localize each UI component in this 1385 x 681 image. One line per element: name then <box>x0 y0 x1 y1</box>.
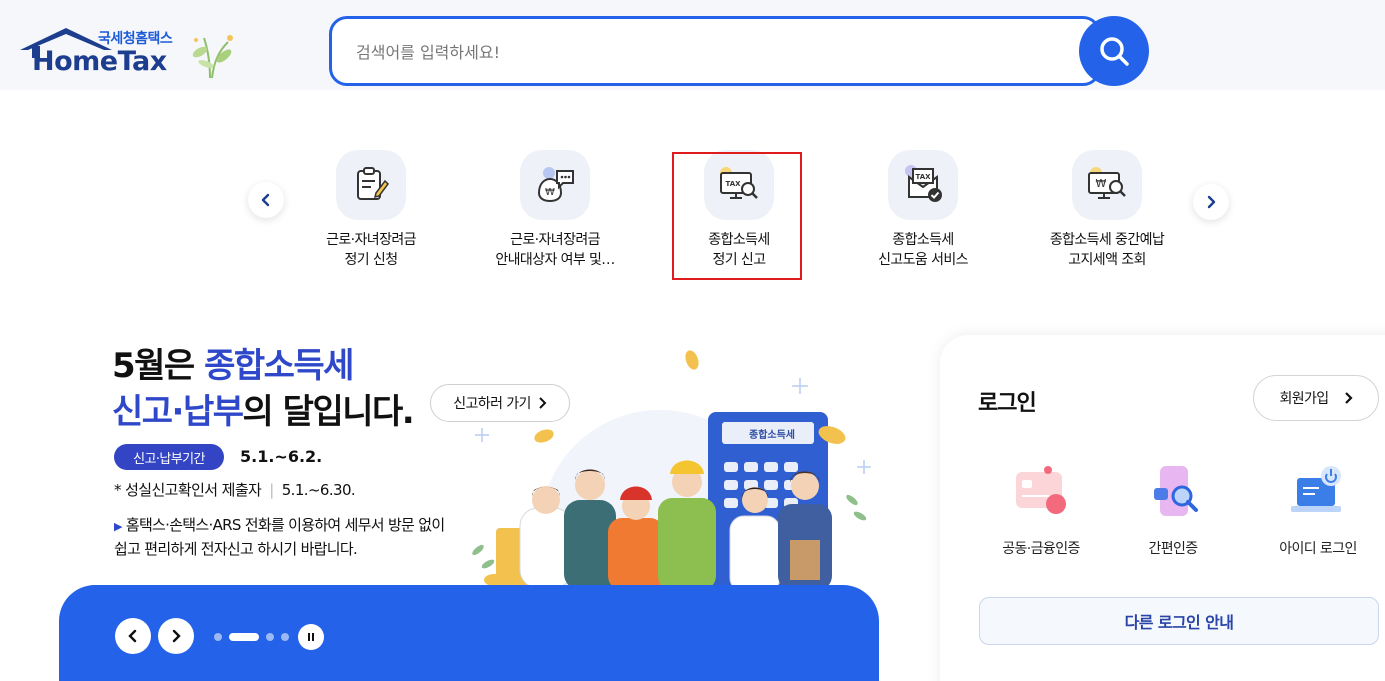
quick-menu-label: 안내대상자 여부 및… <box>495 252 615 268</box>
chevron-right-icon <box>172 629 181 643</box>
certificate-login-option[interactable]: 공동·금융인증 <box>976 462 1106 562</box>
svg-text:TAX: TAX <box>915 173 931 181</box>
svg-text:₩: ₩ <box>1096 177 1107 190</box>
slide-indicator-2[interactable] <box>229 633 259 641</box>
search-icon <box>1100 37 1129 66</box>
clipboard-edit-icon <box>336 150 406 220</box>
period-badge: 신고·납부기간 <box>114 444 224 470</box>
banner-title-text: 의 달입니다. <box>242 392 415 432</box>
sincere-filer-date: 5.1.~6.30. <box>281 481 356 499</box>
svg-text:₩: ₩ <box>545 187 555 198</box>
divider: | <box>269 481 274 499</box>
quick-menu-label: 신고도움 서비스 <box>878 252 968 268</box>
selection-highlight-box <box>672 152 802 280</box>
search-input[interactable] <box>356 38 1056 66</box>
sign-up-button[interactable]: 회원가입 <box>1253 375 1379 421</box>
quick-menu-item-interim-prepayment[interactable]: ₩ 종합소득세 중간예납 고지세액 조회 <box>1023 150 1191 280</box>
banner-description-line1: 홈택스·손택스·ARS 전화를 이용하여 세무서 방문 없이 <box>125 516 445 534</box>
quick-menu-next-button[interactable] <box>1193 184 1229 220</box>
quick-menu-item-filing-help[interactable]: TAX 종합소득세 신고도움 서비스 <box>839 150 1007 280</box>
chevron-left-icon <box>261 193 270 207</box>
header: 국세청홈택스 HomeTax <box>0 0 1385 90</box>
login-title: 로그인 <box>978 391 1037 416</box>
calculator-label: 종합소득세 <box>749 428 795 441</box>
banner-prev-button[interactable] <box>115 618 151 654</box>
simple-auth-login-option[interactable]: 간편인증 <box>1108 462 1238 562</box>
sign-up-label: 회원가입 <box>1279 391 1329 407</box>
search-button[interactable] <box>1079 16 1149 86</box>
quick-menu-item-incentive-eligibility[interactable]: ₩ 근로·자녀장려금 안내대상자 여부 및… <box>471 150 639 280</box>
certificate-login-label: 공동·금융인증 <box>1002 541 1080 557</box>
banner-title-highlight: 신고·납부 <box>112 392 244 432</box>
pause-icon <box>308 633 314 641</box>
money-chat-icon: ₩ <box>520 150 590 220</box>
banner-title-text: 5월은 <box>112 346 205 386</box>
hometax-logo[interactable]: 국세청홈택스 HomeTax <box>18 24 248 82</box>
quick-menu-label: 근로·자녀장려금 <box>326 232 416 248</box>
banner-illustration: 종합소득세 <box>472 350 871 610</box>
tax-document-check-icon: TAX <box>888 150 958 220</box>
banner-description-line2: 쉽고 편리하게 전자신고 하시기 바랍니다. <box>114 540 358 558</box>
chevron-right-icon <box>1207 195 1216 209</box>
banner-description: ▶ 홈택스·손택스·ARS 전화를 이용하여 세무서 방문 없이 쉽고 편리하게… <box>114 514 445 561</box>
id-login-option[interactable]: 아이디 로그인 <box>1253 462 1383 562</box>
certificate-card-icon <box>1016 466 1066 514</box>
logo-subtitle: 국세청홈택스 <box>98 31 173 47</box>
other-login-guide-button[interactable]: 다른 로그인 안내 <box>979 597 1379 645</box>
banner-title-line2: 신고·납부의 달입니다. <box>112 384 415 433</box>
logo-wordmark: HomeTax <box>32 46 167 77</box>
arrow-bullet-icon: ▶ <box>114 520 122 533</box>
simple-auth-label: 간편인증 <box>1148 541 1198 557</box>
chevron-right-icon <box>1344 392 1353 404</box>
won-monitor-search-icon: ₩ <box>1072 150 1142 220</box>
phone-search-icon <box>1154 466 1198 516</box>
sincere-filer-label: 성실신고확인서 제출자 <box>125 481 262 499</box>
quick-menu-label: 고지세액 조회 <box>1068 252 1146 268</box>
sincere-filer-line: * 성실신고확인서 제출자 | 5.1.~6.30. <box>114 479 356 500</box>
quick-menu-label: 종합소득세 중간예납 <box>1049 232 1165 248</box>
period-date: 5.1.~6.2. <box>240 447 323 466</box>
quick-menu-prev-button[interactable] <box>248 182 284 218</box>
laptop-power-icon <box>1291 466 1341 512</box>
quick-menu-label: 종합소득세 <box>892 232 954 248</box>
banner-next-button[interactable] <box>158 618 194 654</box>
slide-indicator-3[interactable] <box>266 633 274 641</box>
search-box <box>329 16 1101 86</box>
slide-indicator-4[interactable] <box>281 633 289 641</box>
slide-indicator-1[interactable] <box>214 633 222 641</box>
quick-menu-label: 근로·자녀장려금 <box>510 232 600 248</box>
chevron-left-icon <box>128 629 137 643</box>
banner-title-highlight: 종합소득세 <box>204 346 354 386</box>
banner-title-line1: 5월은 종합소득세 <box>112 338 354 387</box>
asterisk-icon: * <box>114 481 121 499</box>
quick-menu-item-incentive-apply[interactable]: 근로·자녀장려금 정기 신청 <box>287 150 455 280</box>
id-login-label: 아이디 로그인 <box>1279 541 1357 557</box>
banner-pause-button[interactable] <box>298 624 324 650</box>
quick-menu-label: 정기 신청 <box>344 252 399 268</box>
plant-decoration-icon <box>192 35 233 79</box>
